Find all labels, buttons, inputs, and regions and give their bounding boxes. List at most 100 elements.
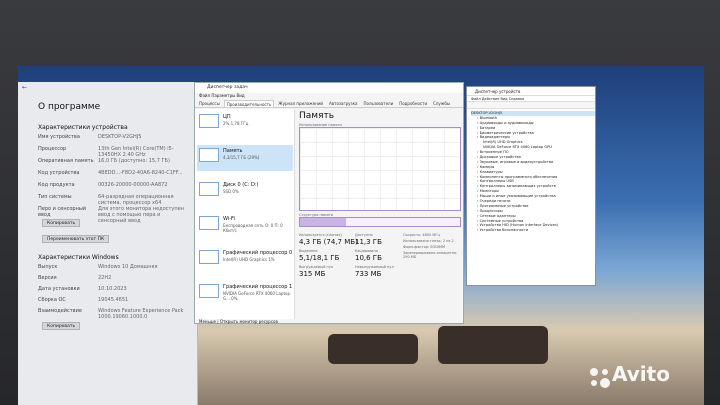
sidebar-item[interactable]: Память 4,3/15,7 ГБ (29%) bbox=[197, 145, 293, 171]
spec-value: Для этого монитора недоступен ввод с пом… bbox=[98, 206, 184, 224]
laptop-screen: ← О программе Характеристики устройства … bbox=[18, 66, 704, 405]
page-title: О программе bbox=[38, 102, 101, 112]
spec-key: Код продукта bbox=[38, 182, 75, 188]
spec-value: 19045.4651 bbox=[98, 297, 129, 303]
spec-row: Процессор 13th Gen Intel(R) Core(TM) i5-1… bbox=[38, 146, 188, 158]
windows-specs-heading: Характеристики Windows bbox=[38, 254, 119, 261]
sidebar-item-sub: Intel(R) UHD Graphics 1% bbox=[223, 257, 275, 262]
paged-pool-label: Выгружаемый пул bbox=[299, 265, 334, 269]
about-window: ← О программе Характеристики устройства … bbox=[18, 82, 198, 405]
sidebar-item[interactable]: Графический процессор 0 Intel(R) UHD Grap… bbox=[197, 247, 293, 273]
tab-3[interactable]: Автозагрузка bbox=[327, 100, 359, 107]
spec-value: Windows 10 Домашняя bbox=[98, 264, 158, 270]
spec-row: Сборка ОС 19045.4651 bbox=[38, 297, 188, 303]
rename-pc-button[interactable]: Переименовать этот ПК bbox=[42, 235, 110, 243]
spec-value: Windows Feature Experience Pack 1000.190… bbox=[98, 308, 184, 320]
task-manager-window: Диспетчер задач Файл Параметры Вид Проце… bbox=[194, 82, 464, 324]
memory-slots: Использовано гнезд: 2 из 2 bbox=[403, 239, 454, 243]
spec-value: 4BEDD...-F8D2-40A6-8240-C1FF... bbox=[98, 170, 183, 176]
sidebar-item[interactable]: Графический процессор 1 NVIDIA GeForce RT… bbox=[197, 281, 293, 307]
spec-key: Версия bbox=[38, 275, 57, 281]
sidebar-mini-graph bbox=[199, 250, 219, 264]
sidebar-mini-graph bbox=[199, 182, 219, 196]
sidebar-item[interactable]: Wi-Fi Беспроводная сеть О: 0 П: 0 Кбит/с bbox=[197, 213, 293, 239]
memory-header: Память bbox=[299, 111, 335, 121]
tab-6[interactable]: Службы bbox=[431, 100, 452, 107]
sidebar-item[interactable]: Диск 0 (C: D:) SSD 0% bbox=[197, 179, 293, 205]
spec-row: Версия 22H2 bbox=[38, 275, 188, 281]
back-button[interactable]: ← bbox=[22, 84, 27, 91]
spec-key: Тип системы bbox=[38, 194, 72, 200]
committed-label: Выделено bbox=[299, 249, 318, 253]
spec-key: Взаимодействие bbox=[38, 308, 82, 314]
sidebar-item-name: Память bbox=[223, 148, 243, 154]
copy-windows-button[interactable]: Копировать bbox=[42, 322, 81, 330]
spec-row: Оперативная память 16,0 ГБ (доступно: 15,… bbox=[38, 158, 188, 164]
spec-row: Выпуск Windows 10 Домашняя bbox=[38, 264, 188, 270]
spec-row: Имя устройства DESKTOP-V2GHJ5 bbox=[38, 134, 188, 140]
spec-key: Имя устройства bbox=[38, 134, 80, 140]
sidebar-item[interactable]: ЦП 2% 1,78 ГГц bbox=[197, 111, 293, 137]
nonpaged-pool-value: 733 МБ bbox=[355, 270, 382, 278]
spec-key: Сборка ОС bbox=[38, 297, 66, 303]
spec-key: Оперативная память bbox=[38, 158, 94, 164]
sidebar-item-sub: SSD 0% bbox=[223, 189, 239, 194]
spec-key: Код устройства bbox=[38, 170, 80, 176]
spec-value: 00326-20000-00000-AA872 bbox=[98, 182, 168, 188]
device-tree-node[interactable]: › Устройства безопасности bbox=[471, 228, 595, 233]
sidebar-item-name: Графический процессор 1 bbox=[223, 284, 293, 290]
spec-key: Процессор bbox=[38, 146, 67, 152]
in-use-value: 4,3 ГБ (74,7 МБ) bbox=[299, 238, 358, 246]
tab-1[interactable]: Производительность bbox=[223, 100, 275, 107]
spec-value: DESKTOP-V2GHJ5 bbox=[98, 134, 142, 140]
tab-2[interactable]: Журнал приложений bbox=[276, 100, 325, 107]
task-manager-footer[interactable]: Меньше | Открыть монитор ресурсов bbox=[199, 319, 278, 324]
device-manager-toolbar bbox=[467, 102, 595, 109]
nonpaged-pool-label: Невыгружаемый пул bbox=[355, 265, 394, 269]
spec-value: 64-разрядная операционная система, проце… bbox=[98, 194, 174, 206]
available-value: 11,3 ГБ bbox=[355, 238, 382, 246]
sidebar-item-sub: 4,3/15,7 ГБ (29%) bbox=[223, 155, 260, 160]
spec-key: Перо и сенсорный ввод bbox=[38, 206, 87, 218]
performance-sidebar: ЦП 2% 1,78 ГГц Память 4,3/15,7 ГБ (29%) Диск… bbox=[195, 109, 295, 319]
memory-panel: Память Использование памяти Структура па… bbox=[299, 109, 461, 319]
sidebar-item-name: Диск 0 (C: D:) bbox=[223, 182, 259, 188]
tab-5[interactable]: Подробности bbox=[397, 100, 429, 107]
spec-value: 10.10.2023 bbox=[98, 286, 127, 292]
memory-speed: Скорость: 4800 МГц bbox=[403, 233, 440, 237]
watermark: Avito bbox=[612, 362, 670, 386]
cached-value: 10,6 ГБ bbox=[355, 254, 382, 262]
sidebar-item-sub: NVIDIA GeForce RTX 4060 Laptop G... 0% bbox=[223, 291, 290, 301]
spec-row: Дата установки 10.10.2023 bbox=[38, 286, 188, 292]
wallpaper-rock bbox=[438, 326, 548, 364]
memory-composition-fill bbox=[300, 218, 347, 226]
available-label: Доступно bbox=[355, 233, 373, 237]
sidebar-mini-graph bbox=[199, 148, 219, 162]
device-tree: DESKTOP-V2GHJ5 › Bluetooth › Аудиовходы и … bbox=[467, 109, 595, 233]
task-manager-tabs: Процессы Производительность Журнал приложе… bbox=[195, 100, 463, 108]
memory-form-factor: Форм-фактор: SODIMM bbox=[403, 245, 445, 249]
spec-row: Код продукта 00326-20000-00000-AA872 bbox=[38, 182, 188, 188]
cached-label: Кэшировано bbox=[355, 249, 378, 253]
sidebar-item-sub: Беспроводная сеть О: 0 П: 0 Кбит/с bbox=[223, 223, 283, 233]
committed-value: 5,1/18,1 ГБ bbox=[299, 254, 340, 262]
spec-value: 22H2 bbox=[98, 275, 112, 281]
sidebar-mini-graph bbox=[199, 114, 219, 128]
wallpaper-rock bbox=[328, 334, 418, 364]
paged-pool-value: 315 МБ bbox=[299, 270, 326, 278]
tab-0[interactable]: Процессы bbox=[197, 100, 222, 107]
sidebar-item-name: ЦП bbox=[223, 114, 231, 120]
task-manager-menu[interactable]: Файл Параметры Вид bbox=[199, 93, 245, 98]
avito-logo-icon bbox=[590, 368, 610, 388]
device-specs-heading: Характеристики устройства bbox=[38, 124, 128, 131]
tab-4[interactable]: Пользователи bbox=[361, 100, 395, 107]
sidebar-item-sub: 2% 1,78 ГГц bbox=[223, 121, 249, 126]
spec-value: 16,0 ГБ (доступно: 15,7 ГБ) bbox=[98, 158, 170, 164]
spec-row: Взаимодействие Windows Feature Experience… bbox=[38, 308, 188, 320]
spec-key: Дата установки bbox=[38, 286, 80, 292]
sidebar-mini-graph bbox=[199, 284, 219, 298]
sidebar-mini-graph bbox=[199, 216, 219, 230]
spec-row: Тип системы 64-разрядная операционная сис… bbox=[38, 194, 188, 206]
task-manager-title: Диспетчер задач bbox=[195, 83, 463, 93]
memory-composition-bar bbox=[299, 217, 461, 227]
